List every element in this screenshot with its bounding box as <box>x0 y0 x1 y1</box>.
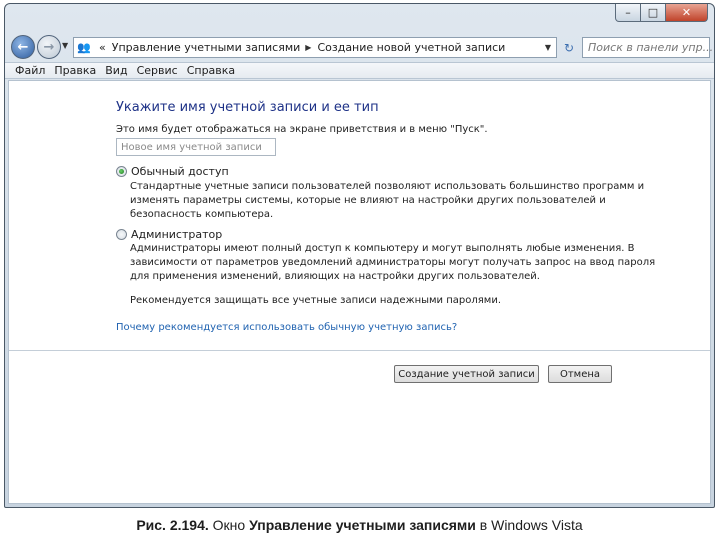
description-line: для применения изменений, влияющих на на… <box>130 271 540 282</box>
divider <box>9 350 710 351</box>
administrator-radio[interactable] <box>116 229 127 240</box>
menu-tools[interactable]: Сервис <box>137 64 178 77</box>
recent-pages-dropdown[interactable]: ▼ <box>62 41 68 50</box>
window: – □ ✕ ← → ▼ 👥 « Управление учетными запи… <box>4 3 715 508</box>
refresh-button[interactable]: ↻ <box>558 37 580 58</box>
breadcrumb-overflow[interactable]: « <box>99 41 106 54</box>
menu-help[interactable]: Справка <box>187 64 235 77</box>
caption-prefix: Рис. 2.194. <box>136 517 209 533</box>
navigation-bar: ← → ▼ 👥 « Управление учетными записями ▶… <box>5 32 714 64</box>
password-recommendation: Рекомендуется защищать все учетные запис… <box>130 295 501 306</box>
minimize-button[interactable]: – <box>615 4 641 22</box>
maximize-button[interactable]: □ <box>641 4 666 22</box>
address-dropdown-icon[interactable]: ▼ <box>545 43 551 52</box>
administrator-description: Администраторы имеют полный доступ к ком… <box>130 242 656 284</box>
close-button[interactable]: ✕ <box>666 4 708 22</box>
cancel-button[interactable]: Отмена <box>548 365 612 383</box>
create-account-button[interactable]: Создание учетной записи <box>394 365 539 383</box>
forward-button[interactable]: → <box>37 35 61 59</box>
description-line: зависимости от параметров уведомлений ад… <box>130 257 656 268</box>
search-box[interactable]: Поиск в панели упр... ⚲ <box>582 37 714 58</box>
standard-user-option[interactable]: Обычный доступ <box>116 165 229 178</box>
chevron-down-icon: ▼ <box>62 41 69 50</box>
title-bar[interactable]: – □ ✕ <box>5 4 714 34</box>
menu-bar: Файл Правка Вид Сервис Справка <box>5 62 714 79</box>
figure-caption: Рис. 2.194. Окно Управление учетными зап… <box>0 517 719 533</box>
arrow-left-icon: ← <box>17 39 29 55</box>
menu-view[interactable]: Вид <box>105 64 127 77</box>
breadcrumb-separator-icon[interactable]: ▶ <box>305 43 311 52</box>
caption-buttons: – □ ✕ <box>615 4 708 22</box>
refresh-icon: ↻ <box>563 40 575 55</box>
standard-user-description: Стандартные учетные записи пользователей… <box>130 180 645 222</box>
standard-user-radio[interactable] <box>116 166 127 177</box>
page-title: Укажите имя учетной записи и ее тип <box>116 100 379 115</box>
form-area: Укажите имя учетной записи и ее тип Это … <box>9 81 710 350</box>
menu-file[interactable]: Файл <box>15 64 45 77</box>
description-line: изменять параметры системы, которые не в… <box>130 195 606 206</box>
description-line: Администраторы имеют полный доступ к ком… <box>130 243 635 254</box>
account-name-input[interactable] <box>116 138 276 156</box>
breadcrumb-user-accounts[interactable]: Управление учетными записями <box>112 41 301 54</box>
caption-bold: Управление учетными записями <box>249 517 476 533</box>
caption-text-after: в Windows Vista <box>475 517 583 533</box>
description-line: Стандартные учетные записи пользователей… <box>130 181 645 192</box>
administrator-option[interactable]: Администратор <box>116 228 222 241</box>
name-hint: Это имя будет отображаться на экране при… <box>116 124 488 135</box>
standard-user-label[interactable]: Обычный доступ <box>131 165 229 178</box>
description-line: безопасность компьютера. <box>130 209 274 220</box>
breadcrumb-create-account[interactable]: Создание новой учетной записи <box>317 41 505 54</box>
menu-edit[interactable]: Правка <box>54 64 96 77</box>
search-icon[interactable]: ⚲ <box>713 41 714 54</box>
caption-text-before: Окно <box>208 517 250 533</box>
content-pane: Укажите имя учетной записи и ее тип Это … <box>8 80 711 504</box>
users-icon: 👥 <box>77 40 91 54</box>
search-placeholder: Поиск в панели упр... <box>588 41 714 54</box>
address-bar[interactable]: 👥 « Управление учетными записями ▶ Созда… <box>73 37 557 58</box>
administrator-label[interactable]: Администратор <box>131 228 222 241</box>
back-button[interactable]: ← <box>11 35 35 59</box>
why-standard-link[interactable]: Почему рекомендуется использовать обычну… <box>116 322 457 333</box>
arrow-right-icon: → <box>43 39 55 55</box>
